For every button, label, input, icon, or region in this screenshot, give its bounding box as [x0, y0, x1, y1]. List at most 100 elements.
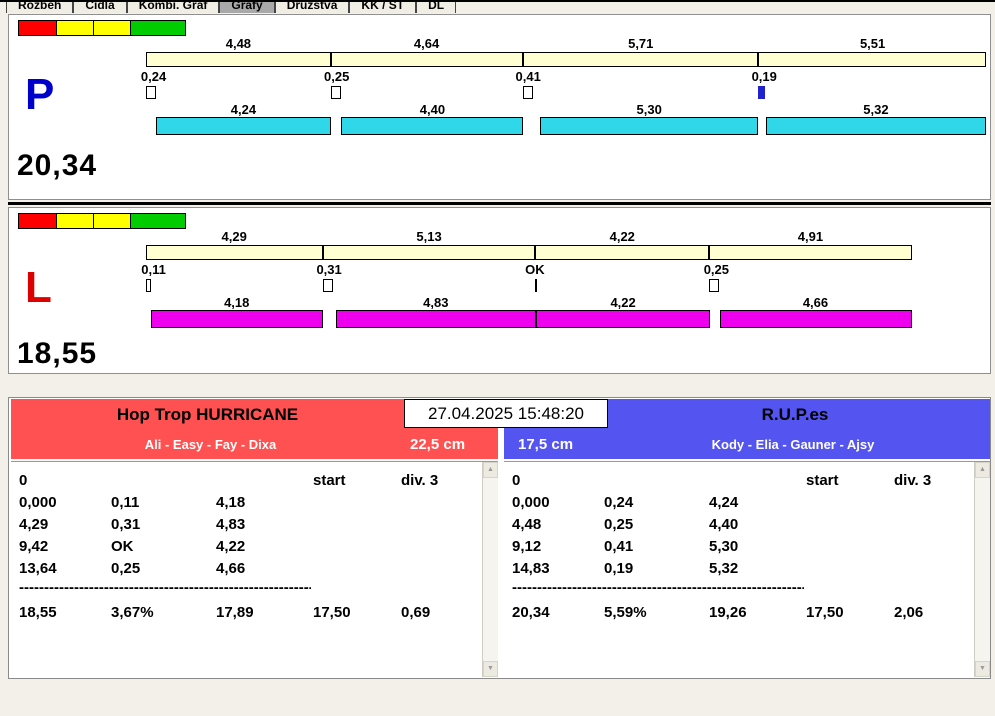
scroll-up-icon[interactable]: ▲ — [975, 462, 990, 478]
cum-time: 4,29 — [19, 515, 49, 533]
pass-time: OK — [111, 537, 134, 555]
run-time: 5,32 — [709, 559, 739, 577]
split-bar-segment — [522, 52, 759, 67]
col-div: div. 3 — [894, 471, 932, 489]
tab-druzstva[interactable]: Družstva — [274, 2, 350, 13]
run-bar — [146, 310, 986, 328]
table-separator: ----------------------------------------… — [19, 579, 311, 596]
split-bar-segment — [331, 52, 523, 67]
pass-time-label: OK — [525, 262, 545, 277]
table-row: 0,000 0,11 4,18 — [19, 491, 482, 513]
status-box-red — [18, 213, 57, 229]
run-time: 4,40 — [709, 515, 739, 533]
team-dogs-left: Ali - Easy - Fay - Dixa — [144, 437, 277, 452]
runs-sum: 17,89 — [216, 603, 254, 621]
split-bar-segment — [758, 52, 986, 67]
tab-label: KK / ST — [361, 2, 405, 12]
cum-time: 4,48 — [512, 515, 542, 533]
pass-sensor-marker — [758, 86, 766, 99]
jump-height-left: 22,5 cm — [410, 436, 466, 453]
col-div: div. 3 — [401, 471, 439, 489]
table-row: 4,29 0,31 4,83 — [19, 513, 482, 535]
scroll-down-icon[interactable]: ▼ — [975, 661, 990, 677]
totals-row: 20,34 5,59% 19,26 17,50 2,06 — [512, 601, 974, 623]
status-box-yellow — [93, 213, 131, 229]
pass-time: 0,25 — [604, 515, 634, 533]
tab-kk-st[interactable]: KK / ST — [349, 2, 417, 13]
pass-time-label: 0,24 — [140, 69, 167, 84]
tab-label: Kombi. Graf — [138, 2, 208, 12]
run-bar-segment — [336, 310, 536, 328]
table-scrollbar[interactable]: ▲ ▼ — [482, 462, 498, 677]
pass-time: 0,41 — [604, 537, 634, 555]
tab-kombi-graf[interactable]: Kombi. Graf — [126, 2, 220, 13]
race-table-left: 0 start div. 3 0,000 0,11 4,18 4,29 0,31 — [11, 461, 498, 677]
col-zero: 0 — [512, 471, 521, 489]
lane-p-total-time: 20,34 — [17, 149, 98, 182]
split-bar-segment — [146, 245, 324, 260]
run-bar-segment — [155, 117, 332, 135]
pass-time-label: 0,41 — [515, 69, 541, 84]
run-time-label: 4,66 — [802, 295, 829, 310]
pass-time: 0,19 — [604, 559, 634, 577]
lane-p-chart: 4,48 4,64 5,71 5,51 0,24 0,25 0,41 0,19 — [141, 15, 986, 199]
pass-sensor-marker — [146, 86, 156, 99]
pass-sensor-marker — [331, 86, 342, 99]
tab-label: Grafy — [231, 2, 263, 12]
split-bar-segment — [535, 245, 710, 260]
scroll-down-icon[interactable]: ▼ — [483, 661, 498, 677]
tab-label: Rozbeh — [18, 2, 62, 12]
reference-time: 17,50 — [806, 603, 844, 621]
status-box-yellow — [93, 20, 131, 36]
tab-cidla[interactable]: Cidla — [73, 2, 127, 13]
pass-time-label: 0,31 — [316, 262, 342, 277]
run-time-label: 5,32 — [863, 102, 889, 117]
cum-time: 13,64 — [19, 559, 57, 577]
table-scrollbar[interactable]: ▲ ▼ — [974, 462, 990, 677]
tab-grafy[interactable]: Grafy — [219, 2, 275, 13]
split-time-label: 4,48 — [225, 36, 252, 51]
team-dogs-right: Kody - Elia - Gauner - Ajsy — [711, 437, 875, 452]
time-difference: 2,06 — [894, 603, 924, 621]
table-row: 9,12 0,41 5,30 — [512, 535, 974, 557]
split-bar — [146, 52, 986, 67]
race-table-right: 0 start div. 3 0,000 0,24 4,24 4,48 0,25 — [504, 461, 990, 677]
cum-time: 9,12 — [512, 537, 542, 555]
tab-label: Cidla — [85, 2, 115, 12]
split-bar — [146, 245, 986, 260]
total-percent: 5,59% — [604, 603, 647, 621]
split-time-label: 5,71 — [628, 36, 654, 51]
lane-letter-p: P — [25, 70, 55, 119]
runs-sum: 19,26 — [709, 603, 747, 621]
tab-dl[interactable]: DL — [416, 2, 457, 13]
total-time: 18,55 — [19, 603, 57, 621]
pass-time: 0,24 — [604, 493, 634, 511]
tab-bar: Rozbeh Cidla Kombi. Graf Grafy Družstva … — [6, 2, 995, 13]
lane-l-total-time: 18,55 — [17, 337, 98, 370]
cum-time: 0,000 — [19, 493, 57, 511]
total-time: 20,34 — [512, 603, 550, 621]
run-time-label: 4,40 — [419, 102, 446, 117]
run-time-label: 5,30 — [636, 102, 662, 117]
run-bar-segment — [766, 117, 986, 135]
app-window: Rozbeh Cidla Kombi. Graf Grafy Družstva … — [0, 0, 995, 716]
results-section: 27.04.2025 15:48:20 Hop Trop HURRICANE A… — [8, 397, 991, 679]
run-bar-segment — [539, 117, 759, 135]
run-bar-segment — [719, 310, 913, 328]
cum-time: 14,83 — [512, 559, 550, 577]
run-bar-segment — [150, 310, 324, 328]
time-difference: 0,69 — [401, 603, 431, 621]
pass-time: 0,11 — [111, 493, 140, 511]
split-bar-segment — [709, 245, 913, 260]
run-time-label: 4,22 — [610, 295, 636, 310]
col-start: start — [806, 471, 839, 489]
scroll-up-icon[interactable]: ▲ — [483, 462, 498, 478]
run-time: 5,30 — [709, 537, 739, 555]
pass-sensor-marker — [535, 279, 537, 292]
split-time-label: 5,13 — [416, 229, 442, 244]
tab-rozbeh[interactable]: Rozbeh — [6, 2, 74, 13]
table-row: 13,64 0,25 4,66 — [19, 557, 482, 579]
pass-sensor-marker — [522, 86, 533, 99]
cum-time: 9,42 — [19, 537, 49, 555]
split-bar-segment — [323, 245, 535, 260]
